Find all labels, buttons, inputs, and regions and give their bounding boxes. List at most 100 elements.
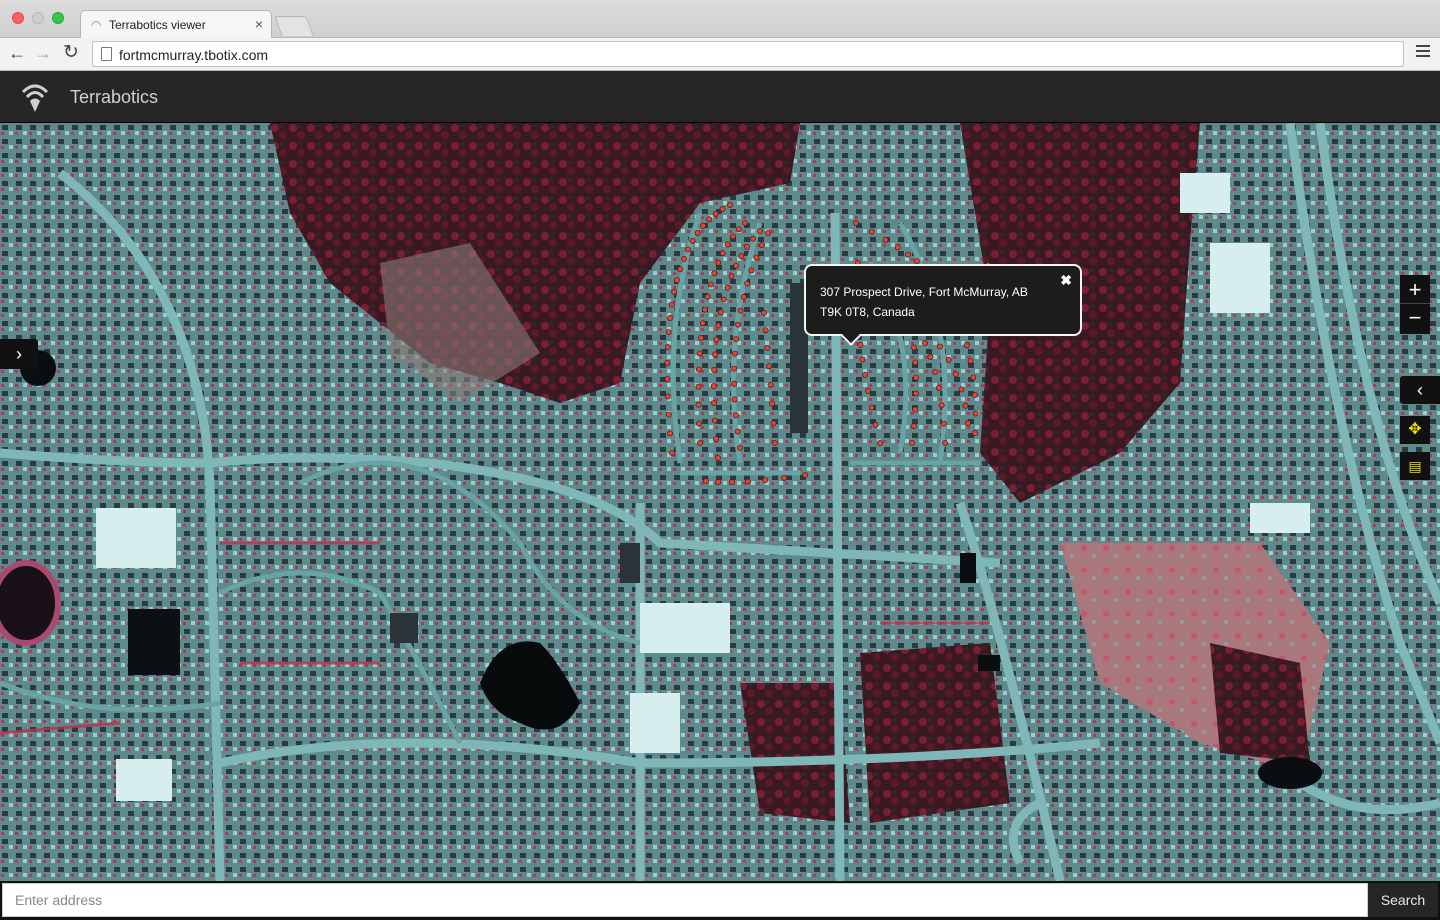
property-marker <box>762 327 769 334</box>
property-marker <box>769 400 775 407</box>
property-marker <box>767 381 774 388</box>
property-marker <box>664 344 671 350</box>
property-marker <box>935 385 942 391</box>
property-marker <box>732 350 738 357</box>
open-panel-chevron-icon[interactable]: › <box>0 339 38 369</box>
reload-icon[interactable]: ↻ <box>60 42 82 64</box>
property-marker <box>695 401 702 408</box>
address-bar[interactable]: fortmcmurray.tbotix.com <box>92 41 1404 67</box>
close-window-button[interactable] <box>12 12 24 24</box>
browser-toolbar: ← → ↻ fortmcmurray.tbotix.com <box>0 38 1440 71</box>
satellite-map[interactable]: ✖ 307 Prospect Drive, Fort McMurray, AB … <box>0 123 1440 881</box>
property-marker <box>671 289 678 295</box>
property-marker <box>753 254 760 261</box>
popup-address-line1: 307 Prospect Drive, Fort McMurray, AB <box>820 285 1028 299</box>
property-marker <box>694 229 701 236</box>
property-marker <box>757 228 763 234</box>
minimize-window-button[interactable] <box>32 12 44 24</box>
hamburger-menu-icon[interactable] <box>1416 45 1430 57</box>
property-marker <box>711 400 717 406</box>
property-marker <box>859 356 866 363</box>
property-marker <box>689 237 696 244</box>
property-marker <box>748 267 755 274</box>
property-marker <box>699 320 706 327</box>
collapse-panel-chevron-icon[interactable]: ‹ <box>1400 376 1440 404</box>
property-marker <box>765 230 771 236</box>
property-marker <box>940 420 947 427</box>
property-marker <box>677 266 684 273</box>
property-marker <box>937 343 943 350</box>
property-marker <box>770 420 777 427</box>
property-marker <box>712 351 718 358</box>
property-marker <box>707 281 714 288</box>
zoom-in-button[interactable]: + <box>1400 275 1430 304</box>
back-arrow-icon[interactable]: ← <box>6 42 28 64</box>
property-marker <box>912 359 919 366</box>
property-marker <box>712 210 719 217</box>
property-marker <box>711 270 718 277</box>
url-text[interactable]: fortmcmurray.tbotix.com <box>119 47 268 63</box>
note-tool-icon[interactable]: ▤ <box>1400 452 1430 480</box>
property-marker <box>719 206 726 212</box>
property-marker <box>734 428 741 435</box>
property-marker <box>742 220 748 226</box>
maximize-window-button[interactable] <box>52 12 64 24</box>
property-marker <box>927 353 934 360</box>
property-marker <box>967 357 974 364</box>
property-marker <box>932 368 938 375</box>
search-button[interactable]: Search <box>1368 883 1438 917</box>
property-marker <box>724 284 731 291</box>
wifi-favicon-icon: ◠ <box>91 18 102 32</box>
property-marker <box>762 477 768 483</box>
property-marker <box>945 356 952 363</box>
property-marker <box>719 250 726 257</box>
new-tab-button[interactable] <box>274 16 314 36</box>
property-marker <box>711 366 718 373</box>
property-marker <box>702 306 708 313</box>
marker-group[interactable] <box>664 202 993 485</box>
popup-close-icon[interactable]: ✖ <box>1060 270 1072 290</box>
property-marker <box>913 390 919 397</box>
property-marker <box>862 371 868 378</box>
property-markers <box>664 202 993 485</box>
tab-close-icon[interactable]: × <box>255 16 263 32</box>
property-marker <box>715 455 721 461</box>
property-marker <box>715 478 722 485</box>
property-marker <box>877 440 883 446</box>
property-marker <box>730 233 736 240</box>
property-marker <box>669 301 675 308</box>
property-marker <box>731 380 738 387</box>
move-tool-icon[interactable]: ✥ <box>1400 416 1430 444</box>
property-marker <box>717 309 724 316</box>
property-marker <box>972 410 979 417</box>
property-marker <box>697 440 703 446</box>
property-marker <box>698 334 704 341</box>
property-marker <box>912 406 919 413</box>
property-marker <box>703 478 709 484</box>
property-marker <box>737 445 743 451</box>
address-popup: ✖ 307 Prospect Drive, Fort McMurray, AB … <box>804 264 1082 336</box>
property-marker <box>882 236 889 243</box>
forward-arrow-icon[interactable]: → <box>32 42 54 64</box>
property-marker <box>911 344 917 351</box>
property-marker <box>905 251 911 258</box>
property-marker <box>665 411 672 418</box>
app-header: Terrabotics <box>0 71 1440 123</box>
property-marker <box>731 365 738 372</box>
address-search-input[interactable] <box>2 883 1368 917</box>
property-marker <box>962 402 969 409</box>
zoom-out-button[interactable]: − <box>1400 304 1430 334</box>
page-icon <box>101 47 112 61</box>
property-marker <box>965 420 971 426</box>
property-marker <box>713 435 720 442</box>
property-marker <box>695 383 702 390</box>
property-marker <box>735 226 742 233</box>
property-marker <box>868 404 875 411</box>
property-marker <box>711 417 718 424</box>
property-marker <box>759 242 765 249</box>
property-marker <box>744 244 750 250</box>
browser-tab[interactable]: ◠ Terrabotics viewer × <box>80 10 272 38</box>
property-marker <box>738 253 745 259</box>
property-marker <box>853 220 859 226</box>
property-marker <box>781 474 788 481</box>
